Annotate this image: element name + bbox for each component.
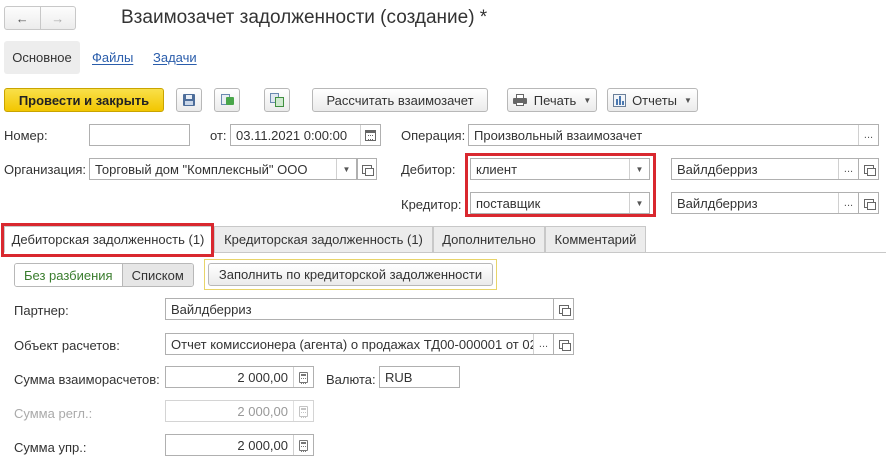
amount-reg-field: 2 000,00 [165,400,314,422]
date-value: 03.11.2021 0:00:00 [236,127,348,143]
open-organization-button[interactable] [357,158,377,180]
open-icon [863,164,876,176]
creditor-label: Кредитор: [401,197,462,212]
chevron-down-icon[interactable]: ▼ [629,159,649,179]
tab-comment[interactable]: Комментарий [545,226,646,253]
fill-by-payables-button[interactable]: Заполнить по кредиторской задолженности [208,263,493,286]
debtor-type-value: клиент [476,161,518,177]
calculator-button[interactable] [293,435,313,455]
post-button[interactable] [214,88,240,112]
calculator-button [293,401,313,421]
open-icon [558,304,571,316]
open-debtor-button[interactable] [859,158,879,180]
debtor-type-field[interactable]: клиент ▼ [470,158,650,180]
date-from-label: от: [210,128,227,143]
partner-label: Партнер: [14,303,69,318]
amount-reg-label: Сумма регл.: [14,406,93,421]
amount-mgmt-value: 2 000,00 [237,437,288,453]
calculate-offset-button[interactable]: Рассчитать взаимозачет [312,88,488,112]
currency-field[interactable]: RUB [379,366,460,388]
organization-value: Торговый дом "Комплексный" ООО [95,161,308,177]
open-partner-button[interactable] [554,298,574,320]
fill-button-frame: Заполнить по кредиторской задолженности [204,259,497,290]
calculator-button[interactable] [293,367,313,387]
mode-no-split[interactable]: Без разбиения [15,264,122,286]
active-tab-highlight [1,223,214,257]
amount-label: Сумма взаиморасчетов: [14,372,160,387]
creditor-type-field[interactable]: поставщик ▼ [470,192,650,214]
back-arrow-icon[interactable]: ← [5,7,40,29]
date-field[interactable]: 03.11.2021 0:00:00 [230,124,381,146]
amount-value: 2 000,00 [237,369,288,385]
forward-arrow-icon[interactable]: → [39,7,76,29]
printer-icon [512,94,527,106]
post-icon [220,93,234,107]
open-icon [558,339,571,351]
open-icon [863,198,876,210]
amount-reg-value: 2 000,00 [237,403,288,419]
operation-field[interactable]: Произвольный взаимозачет ... [468,124,879,146]
chevron-down-icon[interactable]: ▼ [336,159,356,179]
settlement-object-field[interactable]: Отчет комиссионера (агента) о продажах Т… [165,333,554,355]
view-mode-switch: Без разбиения Списком [14,263,194,287]
calculator-icon [299,371,308,384]
amount-mgmt-field[interactable]: 2 000,00 [165,434,314,456]
mode-list[interactable]: Списком [121,264,193,286]
navigation-buttons: ← → [4,6,76,30]
creditor-value: Вайлдберриз [677,195,758,211]
reports-icon [613,93,627,107]
number-label: Номер: [4,128,48,143]
print-button[interactable]: Печать ▼ [507,88,597,112]
tab-payables[interactable]: Кредиторская задолженность (1) [214,226,433,253]
debtor-value: Вайлдберриз [677,161,758,177]
print-button-label: Печать [533,92,577,108]
select-button[interactable]: ... [858,125,878,145]
calendar-button[interactable] [360,125,380,145]
open-settlement-object-button[interactable] [554,333,574,355]
amount-mgmt-label: Сумма упр.: [14,440,87,455]
select-button[interactable]: ... [838,159,858,179]
chevron-down-icon[interactable]: ▼ [629,193,649,213]
page-title: Взаимозачет задолженности (создание) * [121,7,488,28]
calendar-icon [365,129,376,141]
select-button[interactable]: ... [838,193,858,213]
chevron-down-icon: ▼ [583,95,592,105]
creditor-field[interactable]: Вайлдберриз ... [671,192,859,214]
calculator-icon [299,439,308,452]
currency-value: RUB [385,369,413,385]
currency-label: Валюта: [326,372,376,387]
nav-tasks-link[interactable]: Задачи [153,50,197,65]
open-creditor-button[interactable] [859,192,879,214]
number-field[interactable] [89,124,190,146]
debtor-label: Дебитор: [401,162,456,177]
tab-additional[interactable]: Дополнительно [433,226,545,253]
operation-label: Операция: [401,128,466,143]
organization-field[interactable]: Торговый дом "Комплексный" ООО ▼ [89,158,357,180]
organization-label: Организация: [4,162,87,177]
partner-value: Вайлдберриз [171,301,252,317]
reports-button-label: Отчеты [632,92,677,108]
debtor-field[interactable]: Вайлдберриз ... [671,158,859,180]
operation-value: Произвольный взаимозачет [474,127,643,143]
chevron-down-icon: ▼ [684,95,692,105]
partner-field[interactable]: Вайлдберриз [165,298,554,320]
save-button[interactable] [176,88,202,112]
open-icon [362,164,374,176]
calculator-icon [299,405,308,418]
amount-field[interactable]: 2 000,00 [165,366,314,388]
reports-button[interactable]: Отчеты ▼ [607,88,698,112]
create-based-on-button[interactable] [264,88,290,112]
settlement-object-label: Объект расчетов: [14,338,120,353]
create-based-on-icon [270,93,284,107]
settlement-object-value: Отчет комиссионера (агента) о продажах Т… [171,336,533,352]
post-and-close-button[interactable]: Провести и закрыть [4,88,164,112]
save-icon [183,94,195,106]
nav-files-link[interactable]: Файлы [92,50,133,65]
creditor-type-value: поставщик [476,195,541,211]
nav-main[interactable]: Основное [4,41,80,74]
select-button[interactable]: ... [533,334,553,354]
